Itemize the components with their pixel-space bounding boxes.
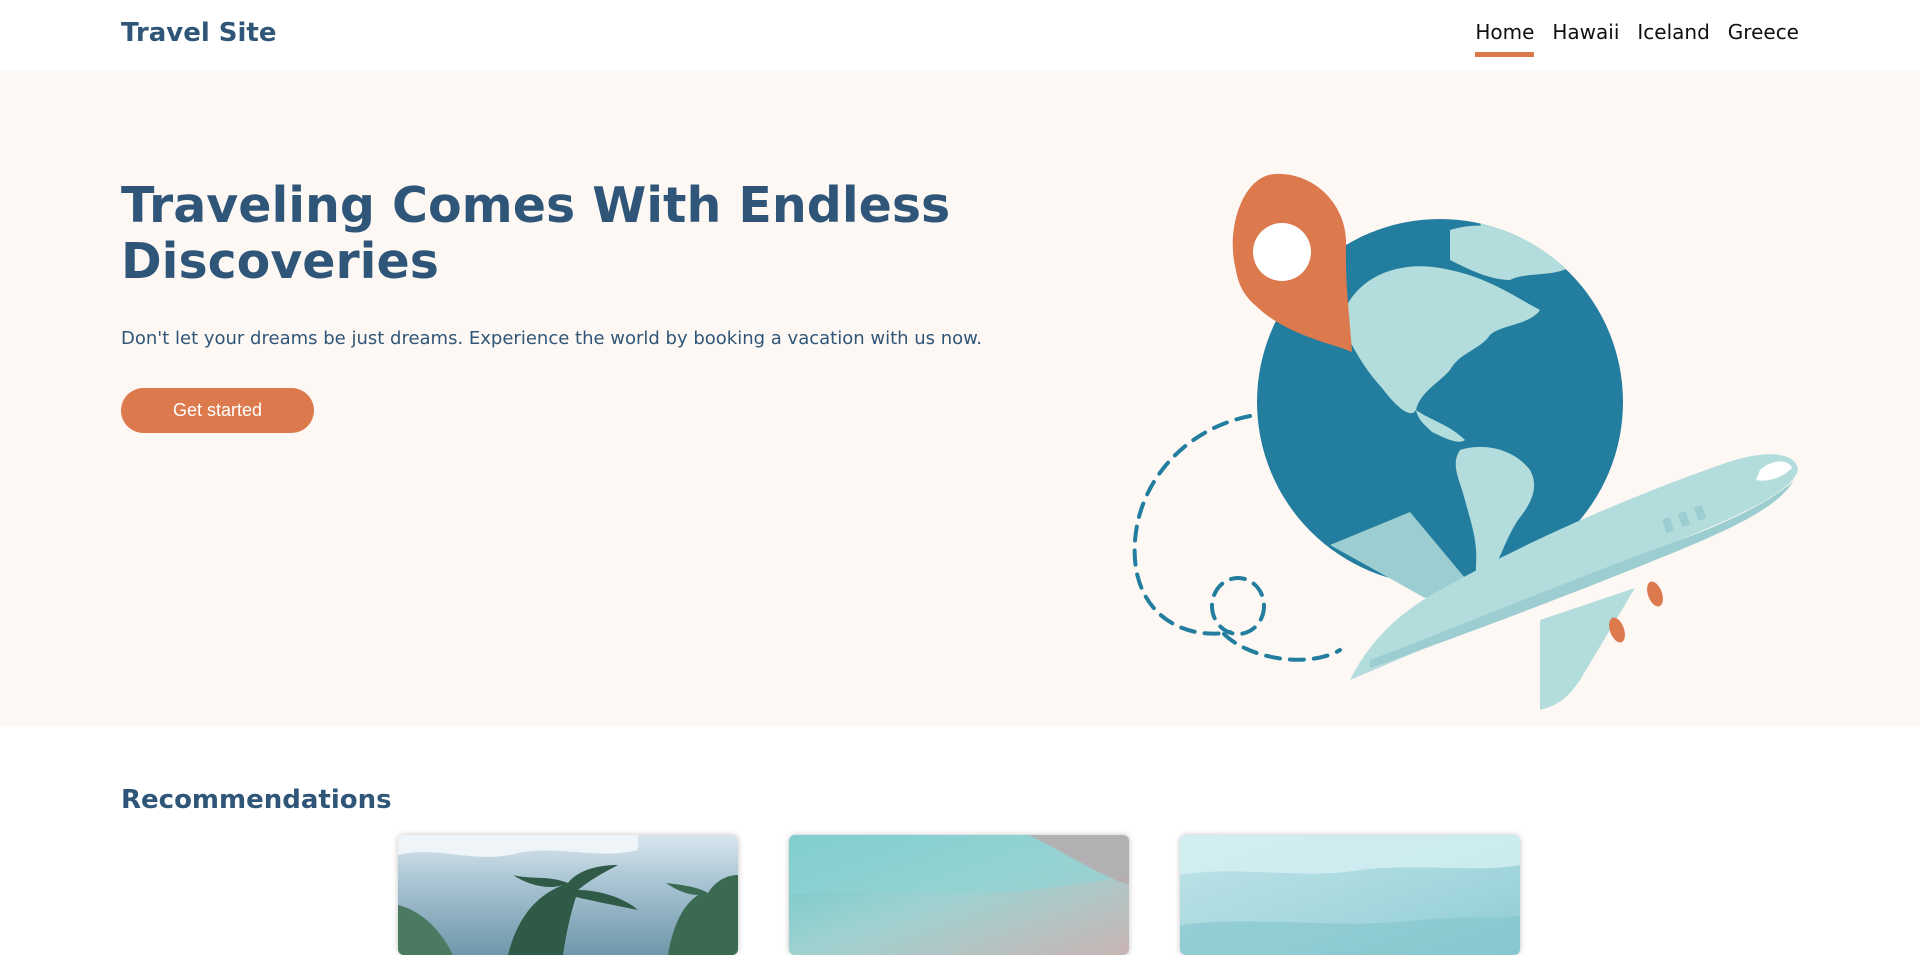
hero-section: Traveling Comes With Endless Discoveries… [0, 70, 1920, 726]
recommendation-card-sky[interactable] [1180, 835, 1520, 955]
hero-subtitle: Don't let your dreams be just dreams. Ex… [121, 328, 982, 349]
nav-link-home[interactable]: Home [1475, 20, 1535, 57]
site-brand-link[interactable]: Travel Site [121, 18, 277, 48]
travel-illustration [1132, 173, 1798, 710]
sky-water-photo [1180, 835, 1520, 955]
get-started-button[interactable]: Get started [121, 388, 314, 433]
site-header: Travel Site Home Hawaii Iceland Greece [0, 0, 1920, 70]
nav-link-hawaii[interactable]: Hawaii [1552, 20, 1619, 57]
map-pin-icon [1232, 173, 1352, 352]
recommendation-card-palm[interactable] [398, 835, 738, 955]
recommendations-title: Recommendations [121, 785, 392, 815]
recommendation-card-lagoon[interactable] [789, 835, 1129, 955]
main-nav: Home Hawaii Iceland Greece [1475, 20, 1799, 57]
palm-trees-photo [398, 835, 738, 955]
hero-title: Traveling Comes With Endless Discoveries [121, 177, 951, 290]
nav-link-iceland[interactable]: Iceland [1637, 20, 1709, 57]
nav-link-greece[interactable]: Greece [1728, 20, 1799, 57]
lagoon-photo [789, 835, 1129, 895]
recommendations-cards [398, 835, 1520, 955]
